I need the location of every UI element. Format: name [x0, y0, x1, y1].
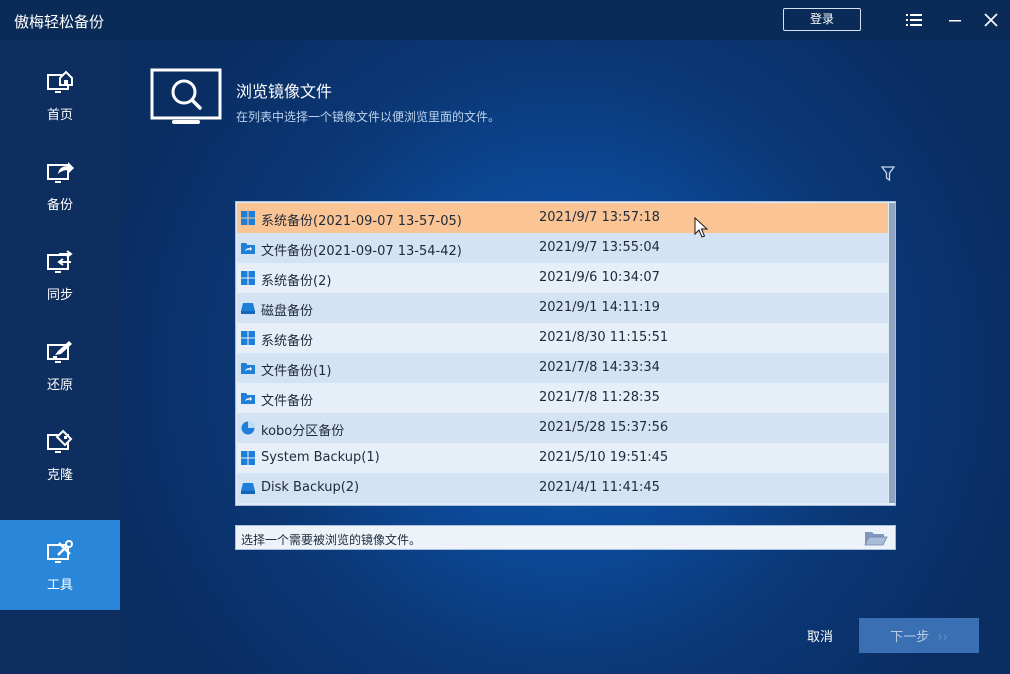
backup-icon [47, 161, 74, 183]
clone-icon [47, 429, 73, 453]
list-item[interactable]: 系统备份 2021/8/30 11:15:51 [237, 323, 888, 353]
sidebar-item-label: 工具 [46, 577, 73, 593]
sidebar-item-label: 还原 [46, 377, 73, 393]
image-date: 2021/9/1 14:11:19 [539, 300, 660, 315]
title-bar: 傲梅轻松备份 登录 [0, 0, 1010, 40]
list-item[interactable]: Disk Backup(2) 2021/4/1 11:41:45 [237, 473, 888, 503]
page-title: 浏览镜像文件 [236, 82, 333, 101]
image-file-list: 系统备份(2021-09-07 13-57-05) 2021/9/7 13:57… [235, 201, 896, 506]
image-name: System Backup(1) [261, 450, 380, 465]
disk-icon [241, 303, 255, 314]
app-title: 傲梅轻松备份 [14, 13, 105, 31]
folder-backup-icon [241, 243, 255, 254]
image-path-field[interactable]: 选择一个需要被浏览的镜像文件。 [235, 525, 896, 550]
path-placeholder: 选择一个需要被浏览的镜像文件。 [241, 533, 422, 547]
open-folder-icon[interactable] [864, 529, 888, 547]
image-date: 2021/7/8 14:33:34 [539, 360, 660, 375]
image-date: 2021/4/1 11:41:45 [539, 480, 660, 495]
windows-icon [241, 271, 255, 285]
sync-icon [47, 249, 73, 273]
list-item[interactable]: 文件备份(1) 2021/7/8 14:33:34 [237, 353, 888, 383]
sidebar-item-label: 同步 [46, 287, 73, 303]
image-name: 磁盘备份 [261, 304, 314, 319]
list-item[interactable]: System Backup(1) 2021/5/10 19:51:45 [237, 443, 888, 473]
list-item[interactable]: 文件备份 2021/7/8 11:28:35 [237, 383, 888, 413]
partition-icon [241, 421, 255, 435]
sidebar-item-label: 首页 [46, 107, 73, 123]
windows-icon [241, 451, 255, 465]
restore-icon [47, 340, 72, 363]
page-subtitle: 在列表中选择一个镜像文件以便浏览里面的文件。 [236, 110, 501, 124]
image-name: 文件备份(1) [261, 364, 332, 379]
list-item[interactable]: 系统备份(2021-09-07 13-57-05) 2021/9/7 13:57… [237, 203, 888, 233]
monitor-search-icon [150, 68, 222, 124]
image-name: 文件备份 [261, 394, 314, 409]
minimize-icon[interactable] [945, 10, 965, 30]
sidebar-item-home[interactable]: 首页 [0, 50, 120, 140]
home-icon [47, 70, 73, 93]
image-date: 2021/8/30 11:15:51 [539, 330, 669, 345]
list-item[interactable]: 磁盘备份 2021/9/1 14:11:19 [237, 293, 888, 323]
scrollbar-thumb[interactable] [889, 203, 895, 503]
folder-backup-icon [241, 363, 255, 374]
sidebar-item-label: 克隆 [46, 467, 73, 483]
image-date: 2021/7/8 11:28:35 [539, 390, 660, 405]
filter-icon[interactable] [881, 166, 895, 182]
windows-icon [241, 211, 255, 225]
image-date: 2021/5/28 15:37:56 [539, 420, 669, 435]
image-date: 2021/9/7 13:55:04 [539, 240, 660, 255]
folder-backup-icon [241, 393, 255, 404]
image-name: 系统备份(2021-09-07 13-57-05) [261, 214, 462, 229]
image-name: 系统备份 [261, 334, 314, 349]
mouse-cursor-icon [694, 217, 708, 238]
list-item[interactable]: 文件备份(2021-09-07 13-54-42) 2021/9/7 13:55… [237, 233, 888, 263]
sidebar-item-backup[interactable]: 备份 [0, 140, 120, 230]
sidebar-item-clone[interactable]: 克隆 [0, 410, 120, 500]
image-name: kobo分区备份 [261, 424, 345, 439]
list-item[interactable]: 系统备份(2) 2021/9/6 10:34:07 [237, 263, 888, 293]
main-panel: 浏览镜像文件 在列表中选择一个镜像文件以便浏览里面的文件。 系统备份(2021-… [121, 40, 1010, 674]
next-button-label: 下一步 [890, 630, 930, 645]
sidebar-item-restore[interactable]: 还原 [0, 320, 120, 410]
sidebar-item-sync[interactable]: 同步 [0, 230, 120, 320]
image-name: 系统备份(2) [261, 274, 332, 289]
image-date: 2021/5/10 19:51:45 [539, 450, 669, 465]
sidebar-item-label: 备份 [46, 197, 73, 213]
image-date: 2021/9/6 10:34:07 [539, 270, 660, 285]
image-name: Disk Backup(2) [261, 480, 360, 495]
menu-icon[interactable] [904, 10, 924, 30]
list-item[interactable]: kobo分区备份 2021/5/28 15:37:56 [237, 413, 888, 443]
cancel-button[interactable]: 取消 [791, 620, 849, 650]
login-button[interactable]: 登录 [783, 8, 861, 31]
disk-icon [241, 483, 255, 494]
image-name: 文件备份(2021-09-07 13-54-42) [261, 244, 462, 259]
windows-icon [241, 331, 255, 345]
sidebar-item-tools[interactable]: 工具 [0, 520, 120, 610]
next-button[interactable]: 下一步 ›› [859, 618, 979, 653]
sidebar: 首页 备份 同步 还原 克隆 工具 [0, 40, 121, 674]
close-icon[interactable] [981, 10, 1001, 30]
tools-icon [47, 539, 73, 563]
image-date: 2021/9/7 13:57:18 [539, 210, 660, 225]
next-arrows-icon: ›› [937, 630, 948, 645]
